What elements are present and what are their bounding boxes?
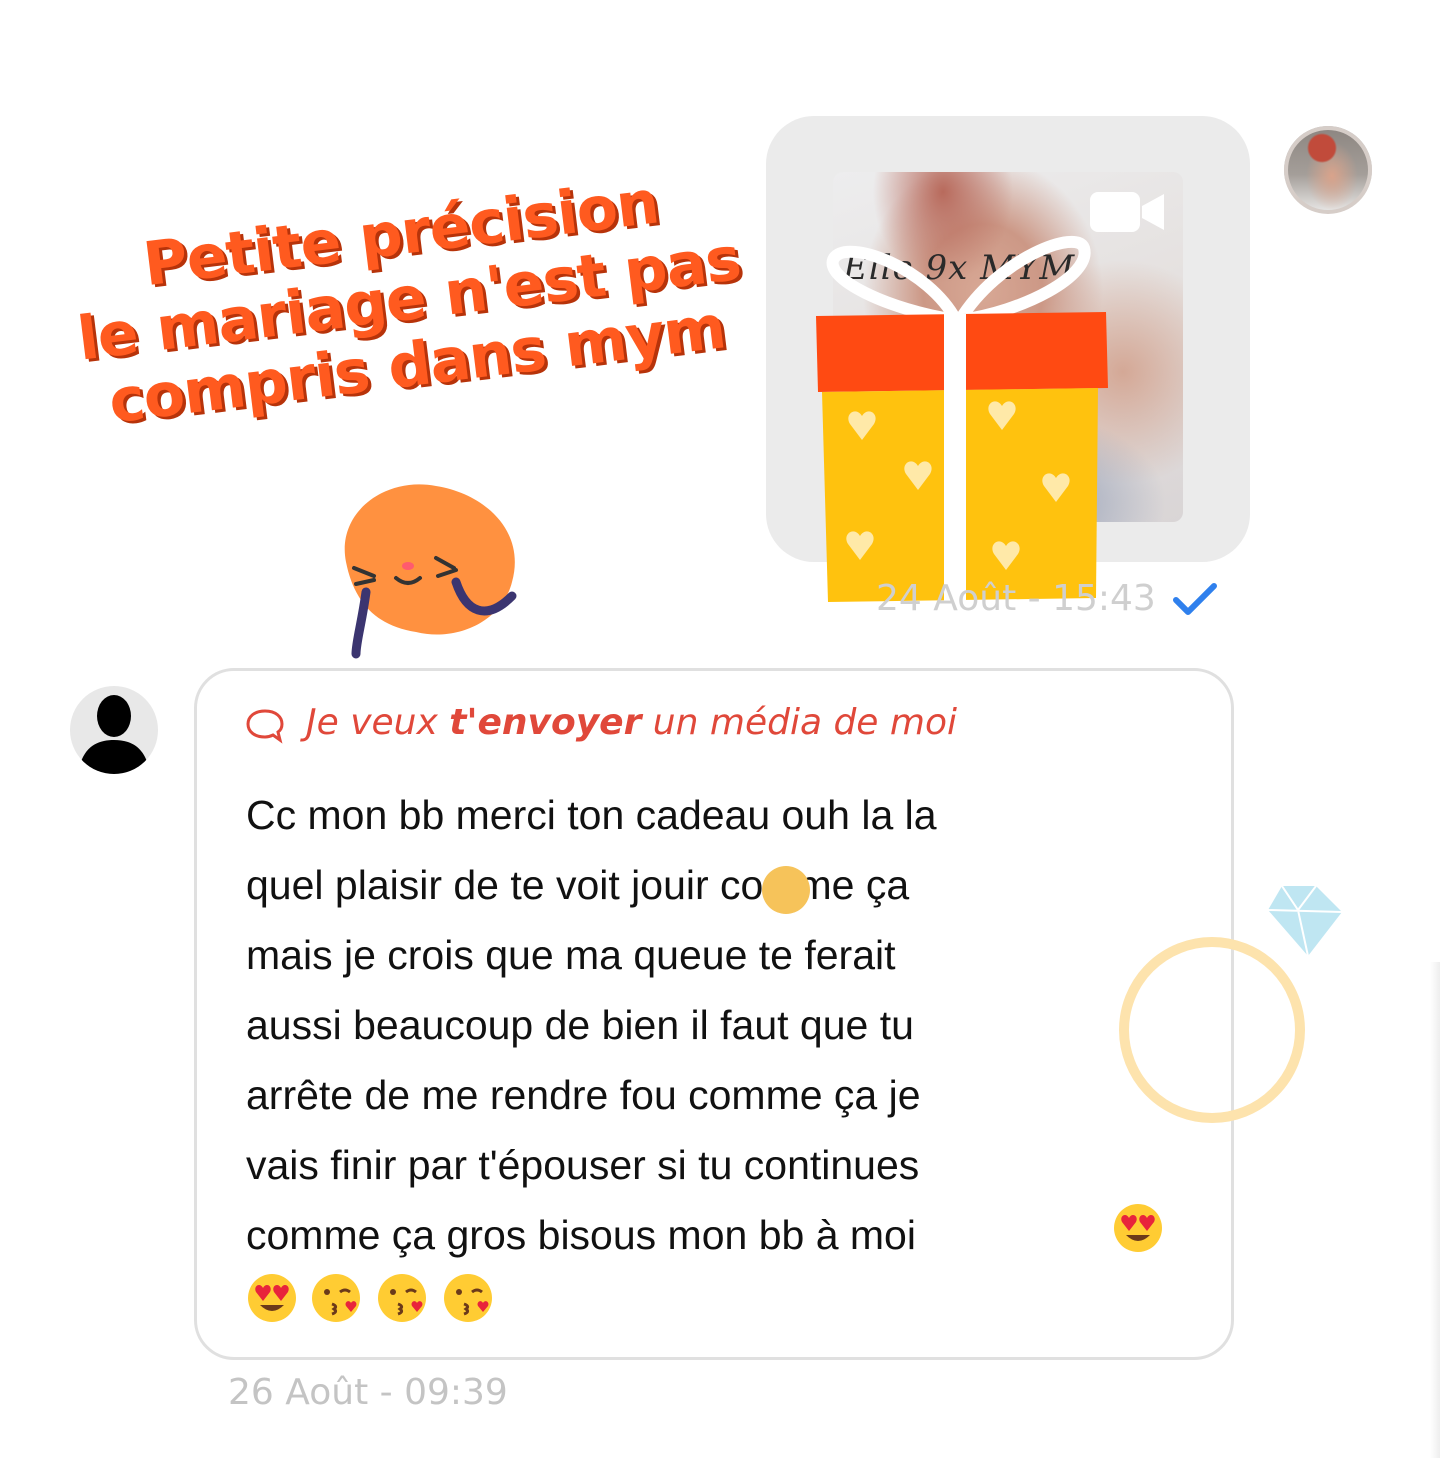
message-line: arrête de me rendre fou comme ça je [246, 1072, 921, 1118]
quoted-prompt: Je veux t'envoyer un média de moi [306, 702, 1206, 752]
blushing-face-sticker [344, 484, 517, 659]
outgoing-timestamp: 24 Août - 15:43 [876, 578, 1156, 619]
kiss-emoji [378, 1274, 426, 1322]
quote-suffix: un média de moi [641, 702, 957, 743]
kiss-emoji [312, 1274, 360, 1322]
message-line: mais je crois que ma queue te ferait [246, 932, 896, 978]
quote-prefix: Je veux [306, 702, 450, 743]
emoji-row [246, 1272, 546, 1328]
diamond-ring-sticker [1119, 885, 1343, 1123]
heart-eyes-emoji [248, 1274, 296, 1322]
message-line: comme ça gros bisous mon bb à moi [246, 1212, 916, 1258]
check-icon [1173, 583, 1217, 615]
reply-quote-icon [246, 709, 284, 744]
message-line: Cc mon bb merci ton cadeau ouh la la [246, 792, 937, 838]
heart-eyes-emoji [1114, 1204, 1162, 1252]
message-line: aussi beaucoup de bien il faut que tu [246, 1002, 914, 1048]
message-body: Cc mon bb merci ton cadeau ouh la la que… [246, 780, 1206, 1270]
kiss-emoji [444, 1274, 492, 1322]
gift-sticker [816, 235, 1108, 602]
yellow-dot-sticker [762, 866, 810, 914]
recipient-avatar[interactable] [70, 686, 158, 774]
scrollbar-track[interactable] [1430, 962, 1440, 1458]
incoming-timestamp: 26 Août - 09:39 [228, 1372, 508, 1413]
person-silhouette-icon [78, 695, 150, 774]
message-line: quel plaisir de te voit jouir comme ça [246, 862, 910, 908]
message-line: vais finir par t'épouser si tu continues [246, 1142, 920, 1188]
quote-bold: t'envoyer [449, 702, 642, 743]
sender-avatar[interactable] [1284, 126, 1372, 214]
